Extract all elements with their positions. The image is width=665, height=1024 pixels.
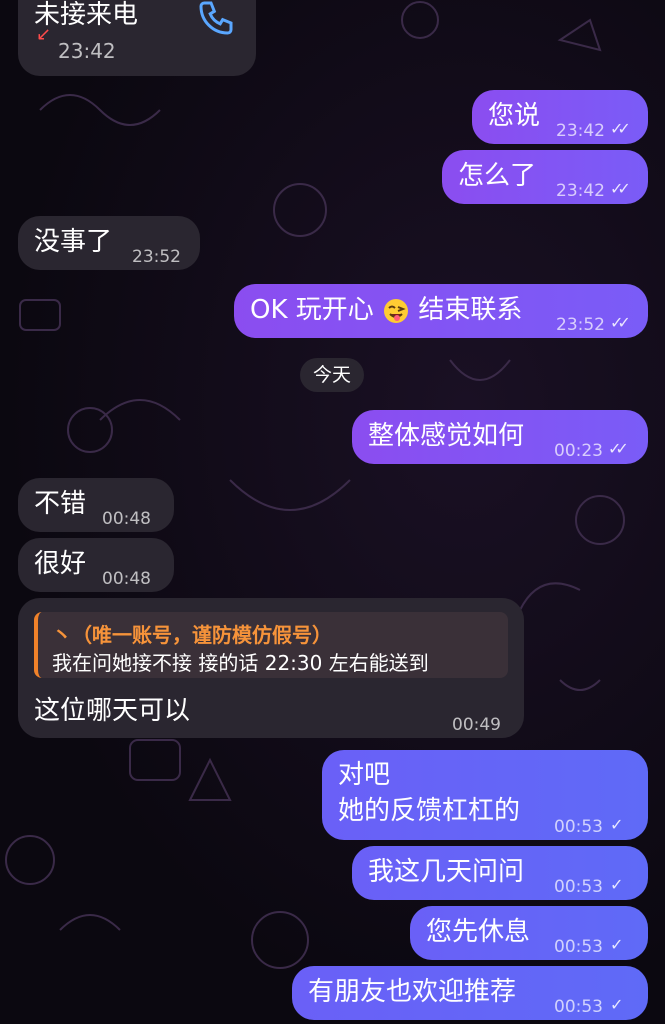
message-time: 00:23 [554,441,603,461]
message-text: 您先休息 [426,917,531,947]
message-text: 我这几天问问 [368,857,525,887]
single-check-icon: ✓ [610,875,624,894]
message-text-line2: 她的反馈杠杠的 [338,796,521,826]
message-time: 00:48 [102,509,151,529]
message-text-line1: 对吧 [338,760,391,790]
message-text-part-b: 结束联系 [418,295,523,325]
message-time: 23:52 [556,315,605,335]
double-check-icon: ✓✓ [610,119,631,138]
message-bubble-outgoing[interactable]: 对吧 她的反馈杠杠的 00:53 ✓ [322,750,648,840]
message-text: 有朋友也欢迎推荐 [308,977,517,1007]
double-check-icon: ✓✓ [610,179,631,198]
message-text-part-a: OK 玩开心 [250,295,374,325]
message-time: 00:53 [554,997,603,1017]
message-time: 23:52 [132,247,181,267]
message-bubble-outgoing[interactable]: 我这几天问问 00:53 ✓ [352,846,648,900]
message-bubble-outgoing[interactable]: 整体感觉如何 00:23 ✓✓ [352,410,648,464]
double-check-icon: ✓✓ [608,439,629,458]
message-bubble-outgoing[interactable]: 有朋友也欢迎推荐 00:53 ✓ [292,966,648,1020]
quoted-text: 我在问她接不接 接的话 22:30 左右能送到 [52,651,429,675]
message-text: 怎么了 [458,161,537,191]
message-time: 00:49 [452,715,501,735]
message-time: 00:53 [554,817,603,837]
message-bubble-outgoing[interactable]: 您先休息 00:53 ✓ [410,906,648,960]
message-bubble-incoming[interactable]: 不错 00:48 [18,478,174,532]
missed-call-bubble[interactable]: 未接来电 ↙ 23:42 [18,0,256,76]
date-separator: 今天 [300,358,364,392]
quoted-reply[interactable]: 丶（唯一账号，谨防模仿假号） 我在问她接不接 接的话 22:30 左右能送到 [34,612,508,678]
single-check-icon: ✓ [610,935,624,954]
message-time: 00:48 [102,569,151,589]
missed-call-arrow-icon: ↙ [36,24,52,45]
message-text: 不错 [34,489,87,519]
single-check-icon: ✓ [610,815,624,834]
missed-call-time: 23:42 [58,39,116,63]
winking-tongue-emoji-icon [384,298,409,323]
message-text: 您说 [488,101,541,131]
message-time: 00:53 [554,877,603,897]
message-bubble-incoming-reply[interactable]: 丶（唯一账号，谨防模仿假号） 我在问她接不接 接的话 22:30 左右能送到 这… [18,598,524,738]
double-check-icon: ✓✓ [610,313,631,332]
message-bubble-outgoing[interactable]: OK 玩开心 结束联系 23:52 ✓✓ [234,284,648,338]
message-bubble-incoming[interactable]: 很好 00:48 [18,538,174,592]
message-text: OK 玩开心 结束联系 [250,293,522,327]
message-time: 23:42 [556,181,605,201]
message-bubble-outgoing[interactable]: 您说 23:42 ✓✓ [472,90,648,144]
message-time: 23:42 [556,121,605,141]
message-text: 很好 [34,549,87,579]
message-text: 这位哪天可以 [34,696,191,726]
message-text: 整体感觉如何 [368,421,525,451]
message-bubble-incoming[interactable]: 没事了 23:52 [18,216,200,270]
message-text: 没事了 [34,227,113,257]
message-bubble-outgoing[interactable]: 怎么了 23:42 ✓✓ [442,150,648,204]
phone-icon[interactable] [196,0,236,47]
message-time: 00:53 [554,937,603,957]
single-check-icon: ✓ [610,995,624,1014]
